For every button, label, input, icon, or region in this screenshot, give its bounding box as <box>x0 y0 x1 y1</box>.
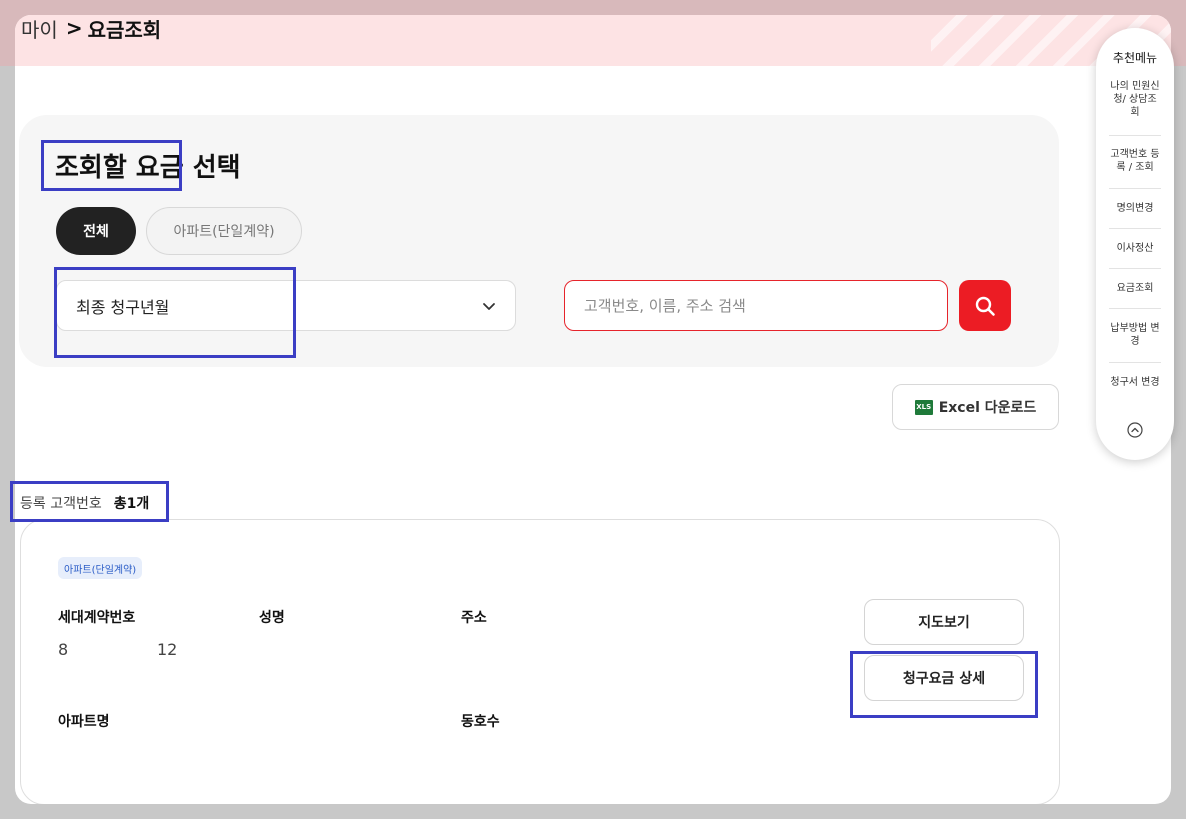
section-title: 조회할 요금 선택 <box>55 153 241 183</box>
quick-menu-divider <box>1109 362 1161 363</box>
quick-menu-item-fee-inquiry[interactable]: 요금조회 <box>1110 282 1160 295</box>
registered-count: 등록 고객번호 총1개 <box>20 493 149 513</box>
scroll-top-icon[interactable] <box>1127 422 1143 438</box>
quick-menu-item-bill-change[interactable]: 청구서 변경 <box>1110 376 1160 389</box>
breadcrumb-parent[interactable]: 마이 <box>21 15 58 43</box>
name-label: 성명 <box>259 610 285 626</box>
dropdown-value: 최종 청구년월 <box>76 297 170 317</box>
tab-all[interactable]: 전체 <box>56 207 136 255</box>
quick-menu-item-customer-number[interactable]: 고객번호 등록 / 조회 <box>1110 148 1160 174</box>
excel-icon: XLS <box>914 399 933 415</box>
bill-detail-button[interactable]: 청구요금 상세 <box>864 655 1024 701</box>
chevron-right-icon: > <box>65 16 83 40</box>
quick-menu-item-name-change[interactable]: 명의변경 <box>1110 202 1160 215</box>
map-view-button[interactable]: 지도보기 <box>864 599 1024 645</box>
quick-menu-divider <box>1109 228 1161 229</box>
registered-count-label: 등록 고객번호 <box>20 496 102 512</box>
excel-download-label: Excel 다운로드 <box>938 400 1037 416</box>
registered-count-value: 총1개 <box>113 496 150 512</box>
breadcrumb: 마이 > 요금조회 <box>21 15 162 43</box>
chevron-down-icon <box>483 303 495 310</box>
apartment-name-label: 아파트명 <box>58 714 110 730</box>
quick-menu-divider <box>1109 135 1161 136</box>
contract-number-value-b: 12 <box>157 640 178 659</box>
billing-month-dropdown[interactable]: 최종 청구년월 <box>56 280 516 331</box>
fee-select-panel: 조회할 요금 선택 전체 아파트(단일계약) 최종 청구년월 <box>19 115 1059 367</box>
quick-menu-divider <box>1109 188 1161 189</box>
search-button[interactable] <box>959 280 1011 331</box>
tab-apartment[interactable]: 아파트(단일계약) <box>146 207 302 255</box>
contract-type-badge: 아파트(단일계약) <box>58 557 143 579</box>
quick-menu-item-payment-method[interactable]: 납부방법 변경 <box>1110 322 1160 348</box>
excel-download-button[interactable]: XLS Excel 다운로드 <box>892 384 1059 430</box>
quick-menu-item-move-settlement[interactable]: 이사정산 <box>1110 242 1160 255</box>
page-header: 마이 > 요금조회 <box>15 15 1171 66</box>
address-label: 주소 <box>461 610 487 626</box>
quick-menu-item-complaint[interactable]: 나의 민원신청/ 상담조회 <box>1110 80 1160 119</box>
quick-menu-divider <box>1109 268 1161 269</box>
contract-number-value-a: 8 <box>58 640 69 659</box>
page-title: 요금조회 <box>87 17 162 42</box>
search-input[interactable] <box>564 280 948 331</box>
quick-menu: 추천메뉴 나의 민원신청/ 상담조회 고객번호 등록 / 조회 명의변경 이사정… <box>1096 28 1174 460</box>
quick-menu-divider <box>1109 308 1161 309</box>
unit-number-label: 동호수 <box>461 714 500 730</box>
quick-menu-title: 추천메뉴 <box>1112 51 1158 65</box>
page-container: 마이 > 요금조회 조회할 요금 선택 전체 아파트(단일계약) 최종 청구년월… <box>15 15 1171 804</box>
customer-card: 아파트(단일계약) 세대계약번호 8 12 성명 주소 아파트명 동호수 지도보… <box>20 519 1060 804</box>
search-icon <box>975 296 995 316</box>
contract-number-label: 세대계약번호 <box>58 610 136 626</box>
